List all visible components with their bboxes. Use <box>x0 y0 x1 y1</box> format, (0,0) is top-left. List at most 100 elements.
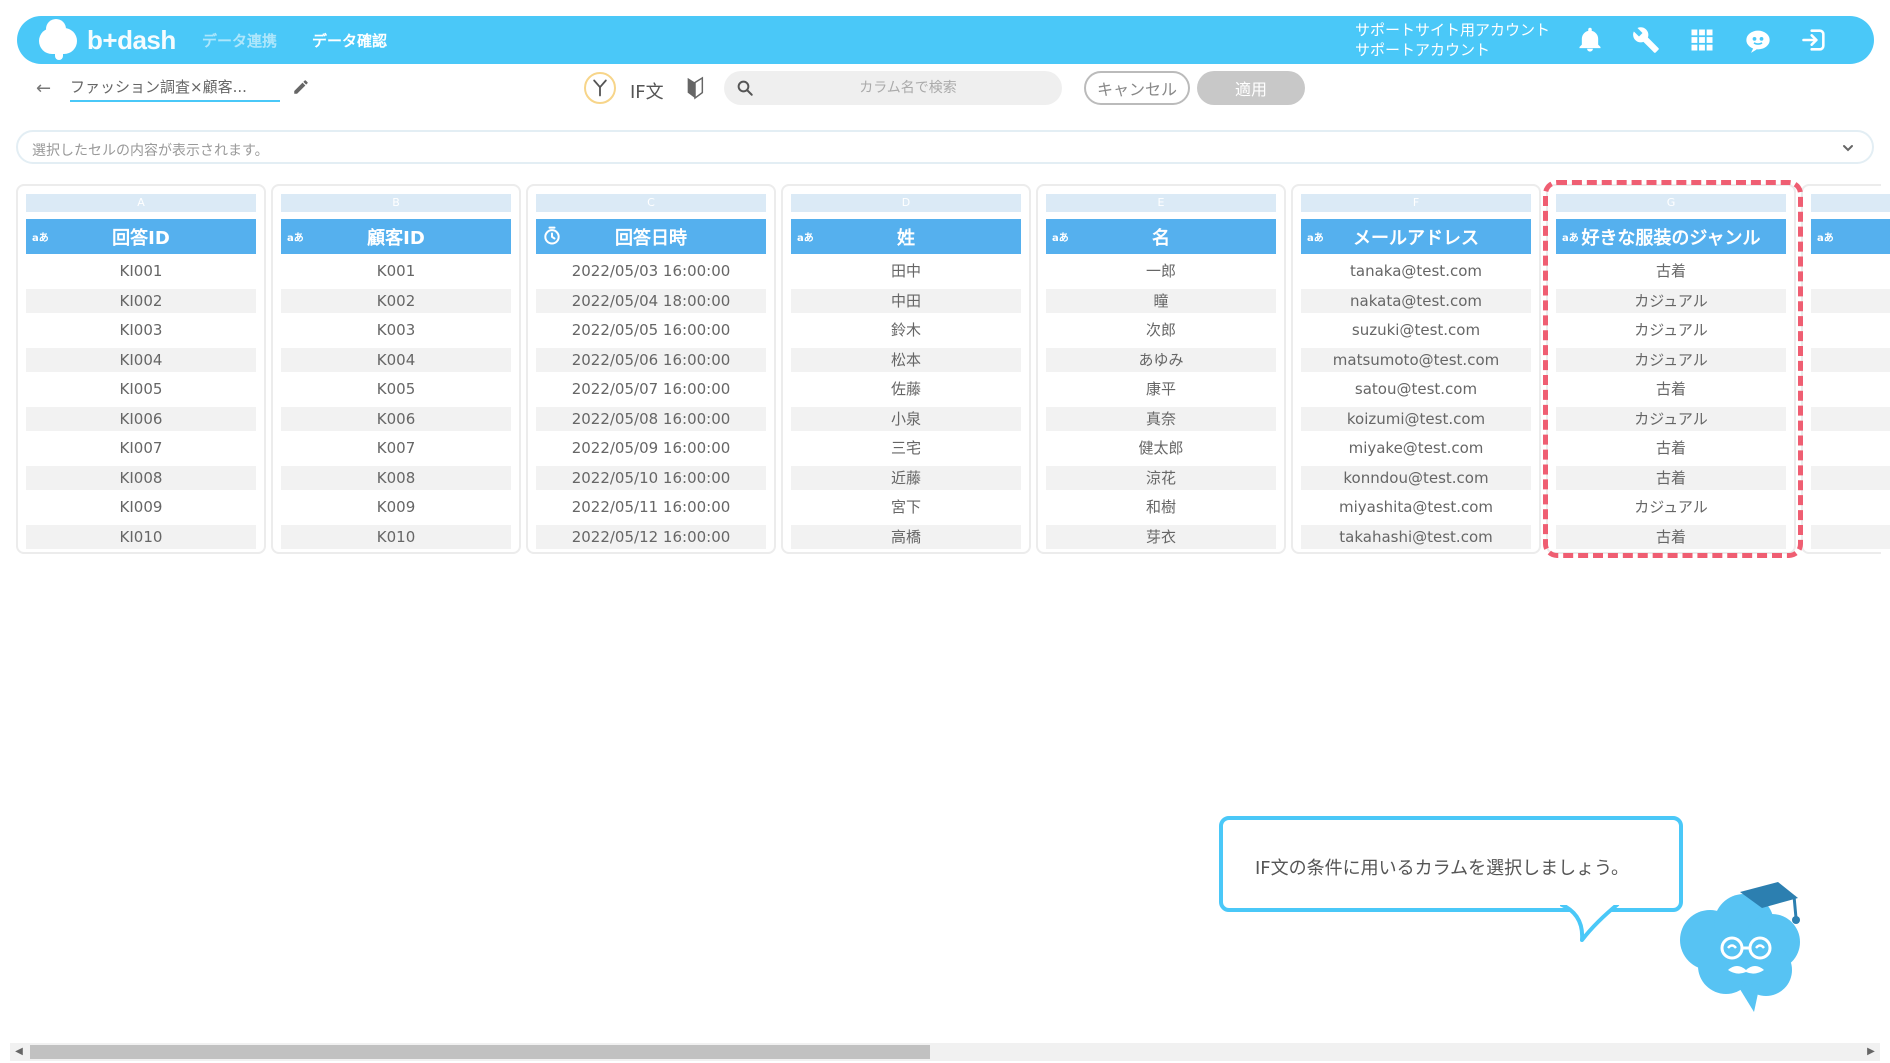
table-cell[interactable]: 2022/05/04 18:00:00 <box>536 289 766 313</box>
table-cell[interactable]: 中田 <box>791 289 1021 313</box>
table-cell[interactable]: takahashi@test.com <box>1301 525 1531 549</box>
table-cell[interactable]: 2022/05/06 16:00:00 <box>536 348 766 372</box>
column-letter[interactable]: D <box>791 194 1021 212</box>
table-cell[interactable] <box>1811 466 1890 490</box>
table-cell[interactable]: matsumoto@test.com <box>1301 348 1531 372</box>
table-cell[interactable]: 高橋 <box>791 525 1021 549</box>
scrollbar-thumb[interactable] <box>30 1045 930 1059</box>
pencil-icon[interactable] <box>292 78 310 96</box>
apply-button[interactable]: 適用 <box>1197 71 1305 105</box>
table-cell[interactable]: K009 <box>281 495 511 519</box>
table-cell[interactable]: KI010 <box>26 525 256 549</box>
column-letter[interactable]: C <box>536 194 766 212</box>
table-cell[interactable]: 康平 <box>1046 377 1276 401</box>
table-cell[interactable] <box>1811 495 1890 519</box>
table-cell[interactable]: 涼花 <box>1046 466 1276 490</box>
column-e[interactable]: Eaあ 名一郎瞳次郎 あゆみ 康平 真奈 健太郎 涼花 和樹 芽衣 <box>1036 184 1286 554</box>
table-cell[interactable]: 2022/05/08 16:00:00 <box>536 407 766 431</box>
table-cell[interactable] <box>1811 348 1890 372</box>
table-cell[interactable]: konndou@test.com <box>1301 466 1531 490</box>
table-cell[interactable]: KI004 <box>26 348 256 372</box>
table-cell[interactable]: 2022/05/11 16:00:00 <box>536 495 766 519</box>
table-cell[interactable]: KI003 <box>26 318 256 342</box>
column-letter[interactable]: A <box>26 194 256 212</box>
nav-data-check[interactable]: データ確認 <box>312 30 387 51</box>
table-cell[interactable]: カジュアル <box>1556 407 1786 431</box>
table-cell[interactable] <box>1811 525 1890 549</box>
table-cell[interactable]: K001 <box>281 259 511 283</box>
column-letter[interactable]: G <box>1556 194 1786 212</box>
table-cell[interactable]: miyake@test.com <box>1301 436 1531 460</box>
table-cell[interactable]: 小泉 <box>791 407 1021 431</box>
column-d[interactable]: Daあ 姓田中 中田 鈴木 松本 佐藤 小泉 三宅 近藤 宮下 高橋 <box>781 184 1031 554</box>
column-letter[interactable]: F <box>1301 194 1531 212</box>
table-cell[interactable] <box>1811 407 1890 431</box>
column-header[interactable]: aあ メールアドレス <box>1301 219 1531 254</box>
beginner-mark-icon[interactable] <box>684 76 706 100</box>
table-cell[interactable]: K010 <box>281 525 511 549</box>
column-header[interactable]: aあ <box>1811 219 1890 254</box>
table-cell[interactable]: K007 <box>281 436 511 460</box>
column-header[interactable]: aあ 姓 <box>791 219 1021 254</box>
account-info[interactable]: サポートサイト用アカウント サポートアカウント <box>1355 20 1550 60</box>
table-cell[interactable]: KI008 <box>26 466 256 490</box>
column-f[interactable]: Faあ メールアドレス tanaka@test.com nakata@test.com… <box>1291 184 1541 554</box>
table-cell[interactable]: カジュアル <box>1556 495 1786 519</box>
table-cell[interactable]: satou@test.com <box>1301 377 1531 401</box>
table-cell[interactable]: KI006 <box>26 407 256 431</box>
column-letter[interactable]: E <box>1046 194 1276 212</box>
table-cell[interactable]: 一郎 <box>1046 259 1276 283</box>
logout-icon[interactable] <box>1798 24 1830 56</box>
table-cell[interactable]: 2022/05/03 16:00:00 <box>536 259 766 283</box>
column-c[interactable]: C 回答日時 2022/05/03 16:00:00 2022/05/04 18:00… <box>526 184 776 554</box>
table-cell[interactable] <box>1811 259 1890 283</box>
chevron-down-icon[interactable] <box>1840 140 1856 156</box>
column-header[interactable]: 回答日時 <box>536 219 766 254</box>
table-cell[interactable]: KI001 <box>26 259 256 283</box>
table-cell[interactable]: K008 <box>281 466 511 490</box>
table-cell[interactable]: K003 <box>281 318 511 342</box>
column-b[interactable]: Baあ 顧客ID K001 K002 K003 K004 K005 K006 K007 K008 K… <box>271 184 521 554</box>
table-cell[interactable]: suzuki@test.com <box>1301 318 1531 342</box>
table-cell[interactable]: 古着 <box>1556 525 1786 549</box>
table-cell[interactable]: 健太郎 <box>1046 436 1276 460</box>
table-cell[interactable]: 次郎 <box>1046 318 1276 342</box>
table-cell[interactable]: K006 <box>281 407 511 431</box>
table-cell[interactable]: tanaka@test.com <box>1301 259 1531 283</box>
column-search-input[interactable] <box>724 71 1062 105</box>
scroll-left-arrow-icon[interactable]: ◀ <box>10 1043 28 1061</box>
scroll-right-arrow-icon[interactable]: ▶ <box>1862 1043 1880 1061</box>
nav-data-integration[interactable]: データ連携 <box>202 30 277 51</box>
column-letter[interactable] <box>1811 194 1890 212</box>
table-cell[interactable]: 芽衣 <box>1046 525 1276 549</box>
table-cell[interactable]: K002 <box>281 289 511 313</box>
cell-content-bar[interactable]: 選択したセルの内容が表示されます。 <box>16 130 1874 164</box>
apps-grid-icon[interactable] <box>1686 24 1718 56</box>
horizontal-scrollbar[interactable]: ◀ ▶ <box>10 1043 1880 1061</box>
table-cell[interactable] <box>1811 436 1890 460</box>
back-arrow-icon[interactable]: ← <box>36 78 51 99</box>
table-cell[interactable]: 松本 <box>791 348 1021 372</box>
table-cell[interactable]: KI005 <box>26 377 256 401</box>
table-cell[interactable]: 真奈 <box>1046 407 1276 431</box>
cancel-button[interactable]: キャンセル <box>1084 71 1190 105</box>
column-next[interactable]: aあ <box>1801 184 1890 554</box>
table-cell[interactable]: 2022/05/10 16:00:00 <box>536 466 766 490</box>
table-cell[interactable]: KI007 <box>26 436 256 460</box>
column-header[interactable]: aあ 名 <box>1046 219 1276 254</box>
table-cell[interactable]: 三宅 <box>791 436 1021 460</box>
table-cell[interactable]: 近藤 <box>791 466 1021 490</box>
table-cell[interactable]: 鈴木 <box>791 318 1021 342</box>
table-cell[interactable]: 佐藤 <box>791 377 1021 401</box>
column-header[interactable]: aあ 顧客ID <box>281 219 511 254</box>
column-header[interactable]: aあ 回答ID <box>26 219 256 254</box>
table-cell[interactable]: カジュアル <box>1556 289 1786 313</box>
table-cell[interactable]: 田中 <box>791 259 1021 283</box>
bell-icon[interactable] <box>1574 24 1606 56</box>
column-header[interactable]: aあ 好きな服装のジャンル <box>1556 219 1786 254</box>
table-cell[interactable]: あゆみ <box>1046 348 1276 372</box>
table-cell[interactable]: 和樹 <box>1046 495 1276 519</box>
table-cell[interactable] <box>1811 318 1890 342</box>
table-cell[interactable]: 2022/05/05 16:00:00 <box>536 318 766 342</box>
table-cell[interactable] <box>1811 289 1890 313</box>
